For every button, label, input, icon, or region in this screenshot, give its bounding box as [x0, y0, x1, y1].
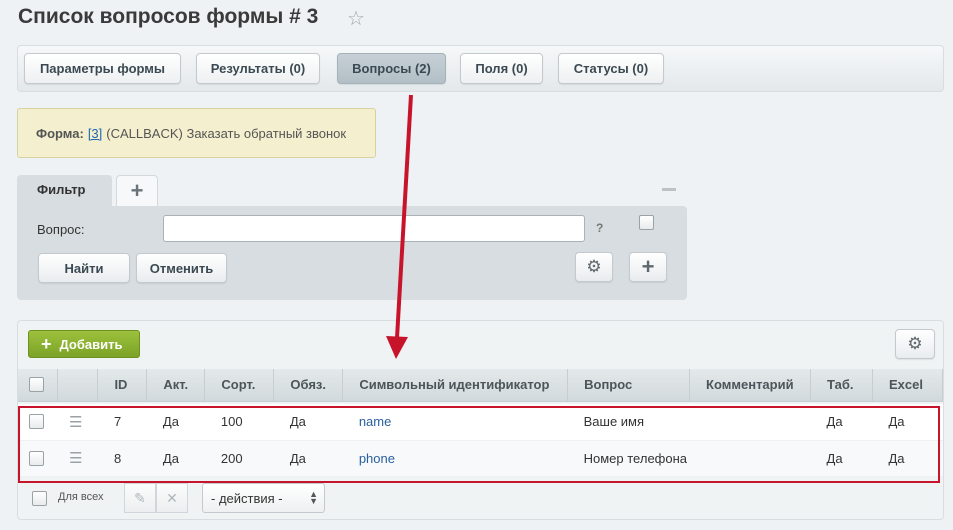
star-icon[interactable]: ☆	[347, 6, 365, 31]
pencil-icon: ✎	[134, 489, 146, 506]
add-button[interactable]: + Добавить	[28, 330, 140, 358]
edit-selected-button[interactable]: ✎	[124, 483, 156, 513]
cell-sort: 100	[204, 404, 274, 441]
minimize-icon[interactable]	[662, 188, 676, 191]
tab-results[interactable]: Результаты (0)	[196, 53, 320, 84]
column-header-question[interactable]: Вопрос	[567, 369, 691, 402]
column-header-tab[interactable]: Таб.	[810, 369, 873, 402]
column-header-id[interactable]: ID	[97, 369, 148, 402]
list-panel: + Добавить ⚙ ID Акт. Сорт. Обяз. Символь…	[17, 320, 944, 520]
cell-question: Номер телефона	[567, 440, 690, 477]
filter-panel: Вопрос: ? Найти Отменить ⚙ +	[17, 206, 687, 300]
cell-active: Да	[146, 404, 205, 441]
header-drag	[57, 369, 99, 402]
add-button-label: Добавить	[59, 336, 123, 352]
delete-selected-button[interactable]: ✕	[156, 483, 188, 513]
cell-required: Да	[273, 404, 343, 441]
filter-question-label: Вопрос:	[37, 222, 85, 237]
cell-comment	[689, 404, 811, 441]
select-arrows-icon: ▲ ▼	[309, 489, 318, 506]
cell-code[interactable]: phone	[342, 440, 568, 477]
cell-active: Да	[146, 440, 205, 477]
cell-id: 7	[97, 404, 147, 441]
cell-id: 8	[97, 440, 147, 477]
plus-icon: +	[41, 334, 52, 354]
actions-select-value: - действия -	[211, 490, 283, 506]
tab-filter[interactable]: Фильтр	[17, 175, 112, 207]
form-info-note: Форма: [3] (CALLBACK) Заказать обратный …	[17, 108, 376, 158]
filter-question-input[interactable]	[163, 215, 585, 242]
form-id-link[interactable]: [3]	[88, 126, 102, 141]
cell-comment	[689, 440, 811, 477]
row-drag[interactable]: ☰	[57, 404, 98, 441]
cell-question: Ваше имя	[567, 404, 690, 441]
code-link[interactable]: phone	[359, 451, 395, 466]
filter-checkbox[interactable]	[639, 215, 654, 230]
questions-table: ID Акт. Сорт. Обяз. Символьный идентифик…	[18, 369, 944, 477]
cell-tab: Да	[810, 404, 873, 441]
row-checkbox[interactable]	[29, 414, 44, 430]
tab-questions[interactable]: Вопросы (2)	[337, 53, 446, 84]
delete-icon: ✕	[166, 489, 178, 506]
add-filter-tab[interactable]: +	[116, 175, 158, 207]
cancel-button[interactable]: Отменить	[136, 253, 227, 283]
cell-code[interactable]: name	[342, 404, 568, 441]
cell-required: Да	[273, 440, 343, 477]
plus-icon: +	[641, 254, 655, 279]
find-button[interactable]: Найти	[38, 253, 130, 283]
page-title: Список вопросов формы # 3	[18, 5, 319, 28]
table-header-row: ID Акт. Сорт. Обяз. Символьный идентифик…	[18, 369, 944, 402]
column-header-comment[interactable]: Комментарий	[689, 369, 812, 402]
table-row[interactable]: ☰ 8 Да 200 Да phone Номер телефона Да Да	[18, 440, 943, 477]
filter-settings-button[interactable]: ⚙	[575, 252, 613, 282]
column-header-code[interactable]: Символьный идентификатор	[342, 369, 569, 402]
form-info-label: Форма:	[36, 125, 84, 141]
cell-excel: Да	[872, 440, 943, 477]
filter-add-field-button[interactable]: +	[629, 252, 667, 282]
column-header-required[interactable]: Обяз.	[273, 369, 344, 402]
code-link[interactable]: name	[359, 414, 392, 429]
help-icon[interactable]: ?	[596, 221, 603, 235]
tab-form-params[interactable]: Параметры формы	[24, 53, 181, 84]
drag-handle-icon[interactable]: ☰	[69, 414, 82, 431]
gear-icon: ⚙	[586, 257, 602, 276]
for-all-label: Для всех	[58, 491, 104, 503]
select-all-checkbox[interactable]	[29, 377, 44, 393]
gear-icon: ⚙	[907, 334, 923, 353]
form-info-text: (CALLBACK) Заказать обратный звонок	[106, 125, 347, 141]
drag-handle-icon[interactable]: ☰	[69, 450, 82, 467]
table-row[interactable]: ☰ 7 Да 100 Да name Ваше имя Да Да	[18, 404, 943, 441]
list-settings-button[interactable]: ⚙	[895, 329, 935, 359]
cell-excel: Да	[872, 404, 943, 441]
tab-fields[interactable]: Поля (0)	[460, 53, 543, 84]
cell-tab: Да	[810, 440, 873, 477]
cell-sort: 200	[204, 440, 274, 477]
header-select-all[interactable]	[18, 369, 59, 402]
column-header-sort[interactable]: Сорт.	[204, 369, 275, 402]
row-select[interactable]	[18, 440, 58, 477]
select-all-footer-checkbox[interactable]	[32, 491, 47, 506]
row-checkbox[interactable]	[29, 450, 44, 466]
row-select[interactable]	[18, 404, 58, 441]
column-header-active[interactable]: Акт.	[146, 369, 206, 402]
column-header-excel[interactable]: Excel	[872, 369, 944, 402]
row-drag[interactable]: ☰	[57, 440, 98, 477]
tab-bar: Параметры формы Результаты (0) Вопросы (…	[17, 45, 944, 92]
tab-statuses[interactable]: Статусы (0)	[558, 53, 664, 84]
actions-select[interactable]: - действия - ▲ ▼	[202, 483, 325, 513]
